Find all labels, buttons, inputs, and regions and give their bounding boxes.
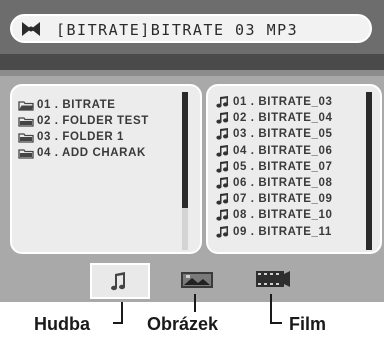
file-list-item-label: 06 . BITRATE_08 (233, 177, 333, 189)
media-browser-screen: [BITRATE]BITRATE 03 MP3 01 . BITRATE 02 .… (0, 0, 384, 302)
file-list-item-label: 03 . BITRATE_05 (233, 128, 333, 141)
file-list-item[interactable]: 04 . BITRATE_06 (216, 144, 333, 158)
music-note-icon (216, 193, 229, 205)
folder-list-item-label: 01 . BITRATE (37, 99, 116, 111)
file-list-item[interactable]: 02 . BITRATE_04 (216, 111, 333, 125)
file-list-item[interactable]: 01 . BITRATE_03 (216, 95, 333, 109)
file-list-item[interactable]: 05 . BITRATE_07 (216, 160, 333, 174)
callout-line-photo (194, 294, 196, 312)
folder-icon (18, 148, 34, 159)
film-callout-label: Film (289, 314, 327, 334)
folder-list-panel: 01 . BITRATE 02 . FOLDER TEST 03 . FOLDER … (10, 84, 202, 254)
disc-icon (22, 22, 40, 36)
callout-line-music-foot (113, 322, 123, 324)
folder-scrollbar[interactable] (182, 92, 188, 250)
music-note-icon (111, 272, 125, 291)
header-bar: [BITRATE]BITRATE 03 MP3 (0, 0, 384, 54)
folder-icon (18, 132, 34, 143)
file-list-item-label: 04 . BITRATE_06 (233, 144, 333, 157)
callout-line-film (270, 294, 272, 324)
file-list-panel: 01 . BITRATE_03 02 . BITRATE_04 03 . BITRA… (206, 84, 382, 254)
file-list-item-label: 05 . BITRATE_07 (233, 160, 333, 173)
now-playing-title: [BITRATE]BITRATE 03 MP3 (56, 21, 299, 39)
folder-list-item[interactable]: 03 . FOLDER 1 (18, 130, 124, 144)
file-list-item-label: 08 . BITRATE_10 (233, 209, 333, 222)
folder-open-icon (18, 100, 34, 111)
file-list-item-label: 09 . BITRATE_11 (233, 225, 332, 238)
film-tab[interactable] (255, 268, 291, 290)
music-note-icon (216, 177, 229, 189)
music-note-icon (216, 112, 229, 124)
file-list-item[interactable]: 07 . BITRATE_09 (216, 192, 333, 206)
music-note-icon (216, 128, 229, 140)
photo-icon (181, 272, 213, 288)
now-playing-bar: [BITRATE]BITRATE 03 MP3 (10, 14, 372, 43)
file-list-item[interactable]: 06 . BITRATE_08 (216, 176, 333, 190)
folder-list-item-label: 02 . FOLDER TEST (37, 115, 149, 127)
file-list-item[interactable]: 03 . BITRATE_05 (216, 127, 333, 141)
folder-scrollbar-thumb[interactable] (182, 92, 188, 208)
music-note-icon (216, 144, 229, 157)
file-list-item-label: 07 . BITRATE_09 (233, 193, 333, 206)
music-callout-label: Hudba (34, 314, 90, 334)
file-scrollbar-thumb[interactable] (366, 92, 372, 250)
music-note-icon (216, 209, 229, 221)
callout-line-film-foot (270, 322, 282, 324)
folder-list-item[interactable]: 04 . ADD CHARAK (18, 146, 146, 160)
photo-tab[interactable] (180, 271, 214, 289)
music-note-icon (216, 160, 229, 173)
folder-list-item-label: 04 . ADD CHARAK (37, 147, 146, 159)
folder-list-item-label: 03 . FOLDER 1 (37, 131, 125, 143)
folder-list-item[interactable]: 02 . FOLDER TEST (18, 114, 149, 128)
folder-list-item[interactable]: 01 . BITRATE (18, 98, 116, 112)
file-list-item[interactable]: 08 . BITRATE_10 (216, 208, 333, 222)
header-divider-light (0, 70, 384, 76)
callout-line-music (121, 302, 123, 324)
file-scrollbar[interactable] (366, 92, 372, 250)
file-list-item[interactable]: 09 . BITRATE_11 (216, 225, 332, 239)
file-list-item-label: 01 . BITRATE_03 (233, 96, 333, 108)
photo-callout-label: Obrázek (147, 314, 219, 334)
folder-icon (18, 116, 34, 127)
music-note-icon (216, 96, 229, 108)
header-divider (0, 54, 384, 70)
music-note-icon (216, 225, 229, 238)
file-list-item-label: 02 . BITRATE_04 (233, 112, 333, 125)
music-tab[interactable] (90, 263, 150, 299)
film-icon (256, 271, 290, 287)
